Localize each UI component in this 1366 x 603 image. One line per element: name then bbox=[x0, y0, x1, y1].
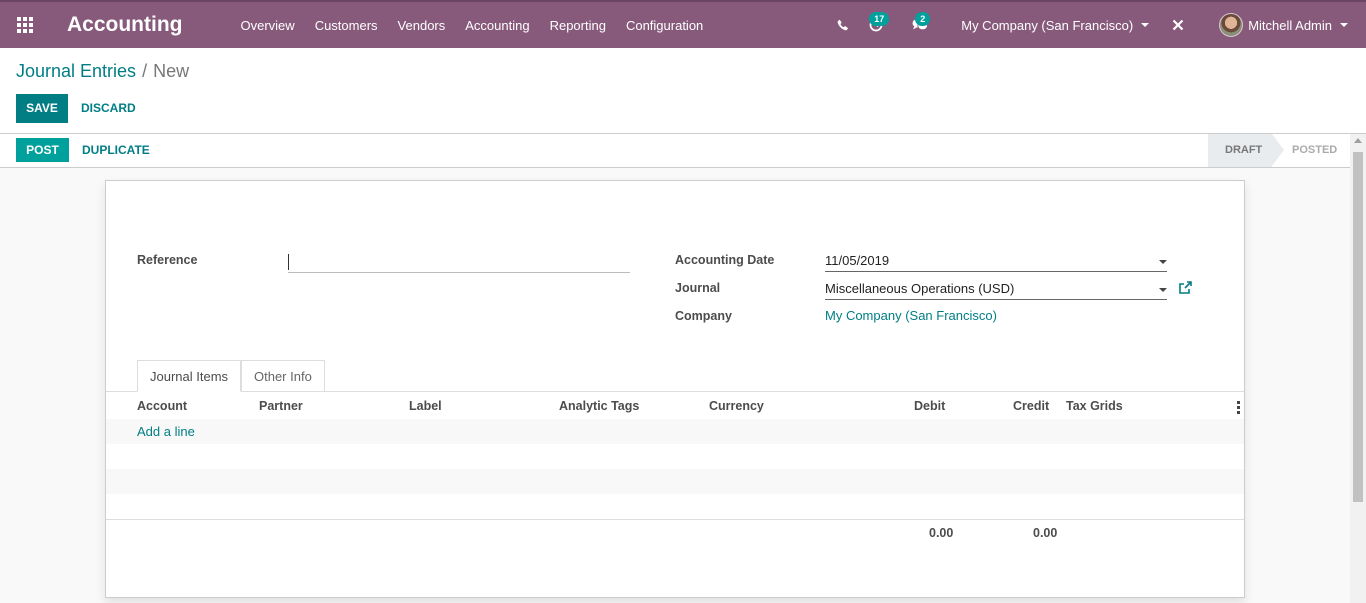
column-partner[interactable]: Partner bbox=[259, 399, 303, 413]
company-link[interactable]: My Company (San Francisco) bbox=[825, 308, 997, 323]
chevron-down-icon bbox=[1141, 23, 1150, 27]
user-menu[interactable]: Mitchell Admin bbox=[1219, 13, 1348, 37]
breadcrumb-current: New bbox=[153, 61, 190, 81]
company-label: Company bbox=[675, 309, 732, 323]
add-line-link[interactable]: Add a line bbox=[137, 424, 195, 439]
menu-item-configuration[interactable]: Configuration bbox=[616, 18, 713, 33]
main-menu: Overview Customers Vendors Accounting Re… bbox=[231, 18, 714, 33]
column-label[interactable]: Label bbox=[409, 399, 442, 413]
discard-button[interactable]: DISCARD bbox=[81, 94, 136, 123]
table-row bbox=[106, 444, 1244, 469]
journal-label: Journal bbox=[675, 281, 721, 295]
table-footer-divider bbox=[106, 519, 1244, 520]
column-credit[interactable]: Credit bbox=[1013, 399, 1049, 413]
journal-items-table-header: Account Partner Label Analytic Tags Curr… bbox=[106, 393, 1244, 419]
table-row: Add a line bbox=[106, 419, 1244, 444]
status-stages: DRAFT POSTED bbox=[1208, 134, 1350, 167]
top-navbar: Accounting Overview Customers Vendors Ac… bbox=[0, 0, 1366, 48]
save-button[interactable]: SAVE bbox=[16, 94, 68, 123]
duplicate-button[interactable]: DUPLICATE bbox=[82, 138, 150, 162]
total-debit: 0.00 bbox=[929, 526, 954, 540]
phone-icon[interactable] bbox=[827, 2, 857, 48]
chevron-down-icon bbox=[1340, 23, 1348, 27]
accounting-date-field[interactable]: 11/05/2019 bbox=[825, 252, 1167, 272]
form-sheet: Reference Accounting Date 11/05/2019 Jou… bbox=[105, 180, 1245, 598]
kebab-menu-icon[interactable] bbox=[1237, 401, 1240, 414]
activity-clock-icon[interactable]: 17 bbox=[857, 2, 903, 48]
company-switcher[interactable]: My Company (San Francisco) bbox=[961, 17, 1150, 33]
table-row bbox=[106, 469, 1244, 494]
menu-item-accounting[interactable]: Accounting bbox=[455, 18, 539, 33]
menu-item-vendors[interactable]: Vendors bbox=[388, 18, 456, 33]
avatar bbox=[1219, 13, 1244, 37]
stage-draft: DRAFT bbox=[1208, 134, 1284, 167]
navbar-systray: 17 2 My Company (San Francisco) Mitchell… bbox=[827, 2, 1366, 48]
reference-input[interactable] bbox=[288, 253, 630, 273]
column-analytic-tags[interactable]: Analytic Tags bbox=[559, 399, 639, 413]
debug-close-icon[interactable] bbox=[1157, 2, 1199, 48]
breadcrumb: Journal Entries / New bbox=[16, 61, 189, 82]
user-name: Mitchell Admin bbox=[1248, 17, 1332, 33]
tab-other-info[interactable]: Other Info bbox=[241, 360, 325, 392]
column-tax-grids[interactable]: Tax Grids bbox=[1066, 399, 1123, 413]
chat-icon[interactable]: 2 bbox=[903, 2, 943, 48]
activity-count-badge: 17 bbox=[869, 12, 890, 26]
chevron-down-icon bbox=[1159, 260, 1167, 264]
text-cursor bbox=[288, 254, 289, 270]
apps-menu-icon[interactable] bbox=[0, 2, 50, 48]
company-switcher-label: My Company (San Francisco) bbox=[961, 17, 1134, 33]
breadcrumb-journal-entries[interactable]: Journal Entries bbox=[16, 61, 136, 81]
table-row bbox=[106, 494, 1244, 519]
chevron-down-icon bbox=[1159, 288, 1167, 292]
form-statusbar: POST DUPLICATE DRAFT POSTED bbox=[0, 134, 1350, 168]
journal-value: Miscellaneous Operations (USD) bbox=[825, 281, 1015, 296]
menu-item-overview[interactable]: Overview bbox=[231, 18, 305, 33]
post-button[interactable]: POST bbox=[16, 138, 69, 162]
scroll-thumb[interactable] bbox=[1353, 152, 1363, 502]
accounting-date-value: 11/05/2019 bbox=[825, 253, 890, 268]
reference-label: Reference bbox=[137, 253, 198, 267]
tab-journal-items[interactable]: Journal Items bbox=[137, 360, 242, 392]
control-panel: Journal Entries / New SAVE DISCARD bbox=[0, 48, 1366, 134]
column-currency[interactable]: Currency bbox=[709, 399, 764, 413]
external-link-icon[interactable] bbox=[1178, 281, 1192, 295]
scroll-up-icon[interactable] bbox=[1354, 138, 1362, 143]
column-debit[interactable]: Debit bbox=[914, 399, 945, 413]
message-count-badge: 2 bbox=[915, 12, 931, 26]
journal-select[interactable]: Miscellaneous Operations (USD) bbox=[825, 280, 1167, 300]
scrollbar[interactable] bbox=[1350, 134, 1366, 603]
accounting-date-label: Accounting Date bbox=[675, 253, 775, 267]
notebook-tabs: Journal Items Other Info bbox=[106, 360, 1244, 392]
column-account[interactable]: Account bbox=[137, 399, 187, 413]
breadcrumb-separator: / bbox=[142, 61, 148, 81]
total-credit: 0.00 bbox=[1033, 526, 1058, 540]
menu-item-customers[interactable]: Customers bbox=[305, 18, 388, 33]
app-brand[interactable]: Accounting bbox=[67, 13, 183, 37]
menu-item-reporting[interactable]: Reporting bbox=[540, 18, 616, 33]
